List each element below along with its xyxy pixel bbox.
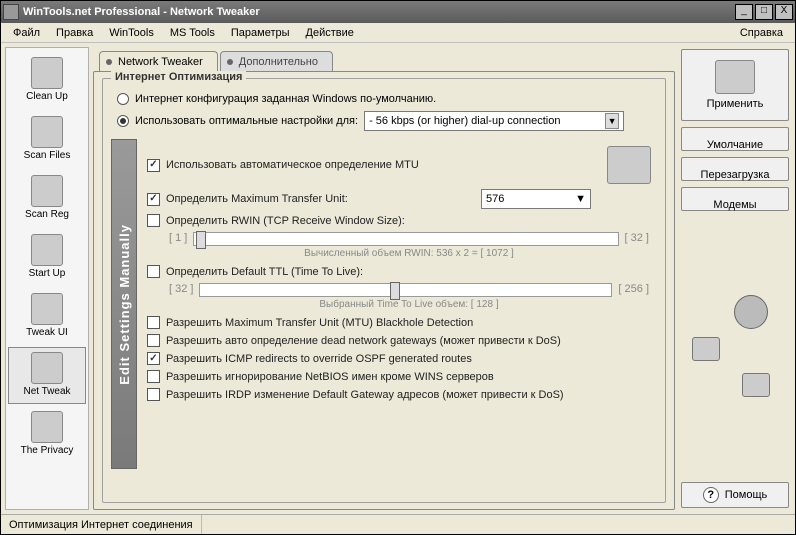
ttl-min: [ 32 ] [169,283,193,297]
connection-type-value: - 56 kbps (or higher) dial-up connection [369,115,560,127]
phone-download-icon [715,60,755,94]
bullet-icon [227,59,233,65]
window-title: WinTools.net Professional - Network Twea… [23,6,735,18]
menu-edit[interactable]: Правка [48,25,101,41]
radio-optimal-label: Использовать оптимальные настройки для: [135,115,358,127]
manual-settings-list: Использовать автоматическое определение … [145,139,657,469]
checkbox-mtu-define[interactable] [147,193,160,206]
menu-action[interactable]: Действие [298,25,362,41]
menu-mstools[interactable]: MS Tools [162,25,223,41]
ttl-slider[interactable] [199,283,612,297]
right-panel: Применить Умолчание Перезагрузка Модемы … [679,47,791,510]
mtu-value-combo[interactable]: 576 ▼ [481,189,591,209]
checkbox-irdp[interactable] [147,388,160,401]
help-button[interactable]: ? Помощь [681,482,789,508]
modems-button[interactable]: Модемы [681,187,789,211]
rwin-caption: Вычисленный объем RWIN: 536 x 2 = [ 1072… [167,248,651,259]
title-bar: WinTools.net Professional - Network Twea… [1,1,795,23]
globe-icon [734,295,768,329]
label-irdp: Разрешить IRDP изменение Default Gateway… [166,389,564,401]
checkbox-icmp[interactable] [147,352,160,365]
internet-optimization-group: Интернет Оптимизация Интернет конфигурац… [102,78,666,503]
tab-bar: Network Tweaker Дополнительно [93,47,675,71]
menu-params[interactable]: Параметры [223,25,298,41]
slider-thumb[interactable] [196,231,206,249]
content-panel: Интернет Оптимизация Интернет конфигурац… [93,71,675,510]
sidebar-item-scanfiles[interactable]: Scan Files [8,111,86,168]
startup-icon [31,234,63,266]
label-mtu-auto: Использовать автоматическое определение … [166,159,419,171]
question-icon: ? [703,487,719,503]
app-icon [3,4,19,20]
manual-settings-bar: Edit Settings Manually [111,139,137,469]
radio-optimal-config[interactable] [117,115,129,127]
label-deadgw: Разрешить авто определение dead network … [166,335,561,347]
bullet-icon [106,59,112,65]
privacy-icon [31,411,63,443]
radio-default-config[interactable] [117,93,129,105]
defaults-button[interactable]: Умолчание [681,127,789,151]
group-title: Интернет Оптимизация [111,71,246,83]
sidebar: Clean Up Scan Files Scan Reg Start Up Tw… [5,47,89,510]
apply-button[interactable]: Применить [681,49,789,121]
checkbox-deadgw[interactable] [147,334,160,347]
sidebar-item-privacy[interactable]: The Privacy [8,406,86,463]
checkbox-mtu-auto[interactable] [147,159,160,172]
status-bar: Оптимизация Интернет соединения [1,514,795,534]
chevron-down-icon: ▼ [575,193,586,205]
label-mtu-define: Определить Maximum Transfer Unit: [166,193,348,205]
modem-device-icon [607,146,651,184]
rwin-slider[interactable] [193,232,618,246]
files-icon [31,116,63,148]
tab-network-tweaker[interactable]: Network Tweaker [99,51,218,71]
minimize-button[interactable]: _ [735,4,753,20]
ttl-caption: Выбранный Time To Live объем: [ 128 ] [167,299,651,310]
checkbox-rwin[interactable] [147,214,160,227]
connection-type-combo[interactable]: - 56 kbps (or higher) dial-up connection… [364,111,624,131]
label-rwin: Определить RWIN (TCP Receive Window Size… [166,215,405,227]
broom-icon [31,57,63,89]
close-button[interactable]: X [775,4,793,20]
sidebar-item-tweakui[interactable]: Tweak UI [8,288,86,345]
label-ttl: Определить Default TTL (Time To Live): [166,266,363,278]
status-text: Оптимизация Интернет соединения [1,515,202,534]
computer-node-icon [692,337,720,361]
sidebar-item-nettweak[interactable]: Net Tweak [8,347,86,404]
label-blackhole: Разрешить Maximum Transfer Unit (MTU) Bl… [166,317,473,329]
checkbox-ttl[interactable] [147,265,160,278]
restart-button[interactable]: Перезагрузка [681,157,789,181]
menu-wintools[interactable]: WinTools [101,25,162,41]
tweak-icon [31,293,63,325]
laptop-node-icon [742,373,770,397]
menu-bar: Файл Правка WinTools MS Tools Параметры … [1,23,795,43]
chevron-down-icon: ▼ [605,113,619,129]
tab-extra[interactable]: Дополнительно [220,51,333,71]
radio-default-label: Интернет конфигурация заданная Windows п… [135,93,436,105]
checkbox-blackhole[interactable] [147,316,160,329]
sidebar-item-startup[interactable]: Start Up [8,229,86,286]
sidebar-item-scanreg[interactable]: Scan Reg [8,170,86,227]
slider-thumb[interactable] [390,282,400,300]
checkbox-netbios[interactable] [147,370,160,383]
network-icon [31,352,63,384]
maximize-button[interactable]: □ [755,4,773,20]
label-icmp: Разрешить ICMP redirects to override OSP… [166,353,472,365]
menu-help[interactable]: Справка [732,25,791,41]
sidebar-item-cleanup[interactable]: Clean Up [8,52,86,109]
label-netbios: Разрешить игнорирование NetBIOS имен кро… [166,371,494,383]
app-window: WinTools.net Professional - Network Twea… [0,0,796,535]
network-diagram-icon [690,277,780,417]
menu-file[interactable]: Файл [5,25,48,41]
registry-icon [31,175,63,207]
rwin-min: [ 1 ] [169,232,187,246]
ttl-max: [ 256 ] [618,283,649,297]
rwin-max: [ 32 ] [625,232,649,246]
